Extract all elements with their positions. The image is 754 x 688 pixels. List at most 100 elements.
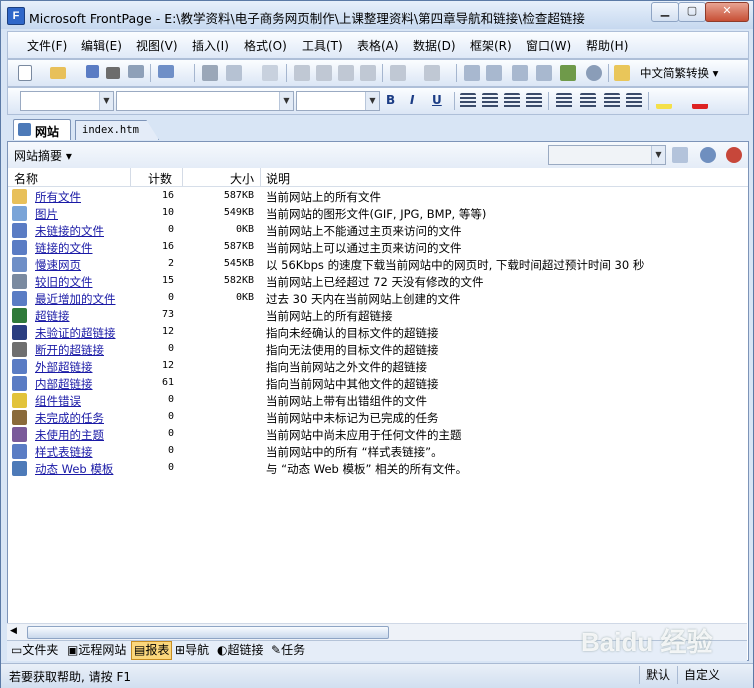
scroll-thumb[interactable] bbox=[27, 626, 389, 639]
row-name-link[interactable]: 样式表链接 bbox=[35, 444, 93, 460]
font-size-select[interactable]: ▼ bbox=[296, 91, 380, 111]
underline-button[interactable]: U bbox=[432, 93, 442, 107]
table-row[interactable]: 图片 10 549KB 当前网站的图形文件(GIF, JPG, BMP, 等等) bbox=[8, 205, 748, 222]
menu-format[interactable]: 格式(O) bbox=[244, 37, 287, 54]
menu-data[interactable]: 数据(D) bbox=[413, 37, 456, 54]
row-name-link[interactable]: 图片 bbox=[35, 206, 58, 222]
table-row[interactable]: 较旧的文件 15 582KB 当前网站上已经超过 72 天没有修改的文件 bbox=[8, 273, 748, 290]
cut-icon[interactable] bbox=[294, 65, 310, 81]
table-row[interactable]: 最近增加的文件 0 0KB 过去 30 天内在当前网站上创建的文件 bbox=[8, 290, 748, 307]
table-row[interactable]: 动态 Web 模板 0 与 “动态 Web 模板” 相关的所有文件。 bbox=[8, 460, 748, 477]
row-name-link[interactable]: 未使用的主题 bbox=[35, 427, 104, 443]
table-row[interactable]: 内部超链接 61 指向当前网站中其他文件的超链接 bbox=[8, 375, 748, 392]
view-reports[interactable]: ▤报表 bbox=[131, 641, 173, 660]
table-row[interactable]: 未验证的超链接 12 指向未经确认的目标文件的超链接 bbox=[8, 324, 748, 341]
table-row[interactable]: 未完成的任务 0 当前网站中未标记为已完成的任务 bbox=[8, 409, 748, 426]
font-select[interactable]: ▼ bbox=[116, 91, 294, 111]
drawing-icon[interactable] bbox=[560, 65, 576, 81]
close-button[interactable]: ✕ bbox=[705, 2, 749, 22]
row-name-link[interactable]: 较旧的文件 bbox=[35, 274, 93, 290]
justify-icon[interactable] bbox=[526, 93, 542, 109]
web-component-icon[interactable] bbox=[464, 65, 480, 81]
table-row[interactable]: 组件错误 0 当前网站上带有出错组件的文件 bbox=[8, 392, 748, 409]
row-name-link[interactable]: 最近增加的文件 bbox=[35, 291, 116, 307]
col-description[interactable]: 说明 bbox=[266, 170, 290, 187]
open-icon[interactable] bbox=[50, 67, 66, 79]
row-name-link[interactable]: 超链接 bbox=[35, 308, 70, 324]
format-painter-icon[interactable] bbox=[360, 65, 376, 81]
menu-frames[interactable]: 框架(R) bbox=[470, 37, 512, 54]
scroll-left-icon[interactable]: ◀ bbox=[10, 626, 17, 636]
row-name-link[interactable]: 所有文件 bbox=[35, 189, 81, 205]
row-name-link[interactable]: 组件错误 bbox=[35, 393, 81, 409]
col-name[interactable]: 名称 bbox=[14, 170, 38, 187]
table-row[interactable]: 未使用的主题 0 当前网站中尚未应用于任何文件的主题 bbox=[8, 426, 748, 443]
table-row[interactable]: 外部超链接 12 指向当前网站之外文件的超链接 bbox=[8, 358, 748, 375]
maximize-button[interactable]: ▢ bbox=[678, 2, 706, 22]
edit-hyperlink-icon[interactable] bbox=[726, 147, 742, 163]
toolbox-icon[interactable] bbox=[158, 65, 174, 78]
menu-file[interactable]: 文件(F) bbox=[27, 37, 67, 54]
highlight-icon[interactable] bbox=[656, 93, 672, 109]
decrease-indent-icon[interactable] bbox=[604, 93, 620, 109]
table-row[interactable]: 未链接的文件 0 0KB 当前网站上不能通过主页来访问的文件 bbox=[8, 222, 748, 239]
preview-icon[interactable] bbox=[226, 65, 242, 81]
row-name-link[interactable]: 未链接的文件 bbox=[35, 223, 104, 239]
table-row[interactable]: 慢速网页 2 545KB 以 56Kbps 的速度下载当前网站中的网页时, 下载时间超… bbox=[8, 256, 748, 273]
row-name-link[interactable]: 慢速网页 bbox=[35, 257, 81, 273]
tab-website[interactable]: 网站 bbox=[13, 119, 71, 140]
view-tasks[interactable]: ✎任务 bbox=[269, 642, 307, 659]
chinese-conversion-button[interactable]: 中文简繁转换 ▾ bbox=[640, 65, 718, 81]
view-remote-site[interactable]: ▣远程网站 bbox=[65, 642, 128, 659]
report-selector[interactable]: 网站摘要 ▾ bbox=[14, 147, 72, 164]
row-name-link[interactable]: 动态 Web 模板 bbox=[35, 461, 113, 477]
table-row[interactable]: 断开的超链接 0 指向无法使用的目标文件的超链接 bbox=[8, 341, 748, 358]
menu-table[interactable]: 表格(A) bbox=[357, 37, 399, 54]
row-name-link[interactable]: 链接的文件 bbox=[35, 240, 93, 256]
copy-icon[interactable] bbox=[316, 65, 332, 81]
table-row[interactable]: 样式表链接 0 当前网站中的所有 “样式表链接”。 bbox=[8, 443, 748, 460]
menu-insert[interactable]: 插入(I) bbox=[192, 37, 229, 54]
row-name-link[interactable]: 未验证的超链接 bbox=[35, 325, 116, 341]
align-left-icon[interactable] bbox=[460, 93, 476, 109]
menu-help[interactable]: 帮助(H) bbox=[586, 37, 628, 54]
increase-indent-icon[interactable] bbox=[626, 93, 642, 109]
italic-button[interactable]: I bbox=[410, 93, 414, 107]
show-all-icon[interactable] bbox=[614, 65, 630, 81]
tab-index-htm[interactable]: index.htm bbox=[75, 120, 159, 140]
new-page-icon[interactable] bbox=[18, 65, 32, 81]
row-name-link[interactable]: 内部超链接 bbox=[35, 376, 93, 392]
web-help-icon[interactable] bbox=[700, 147, 716, 163]
table-row[interactable]: 所有文件 16 587KB 当前网站上的所有文件 bbox=[8, 188, 748, 205]
table-row[interactable]: 超链接 73 当前网站上的所有超链接 bbox=[8, 307, 748, 324]
align-right-icon[interactable] bbox=[504, 93, 520, 109]
style-select[interactable]: ▼ bbox=[20, 91, 114, 111]
save-icon[interactable] bbox=[86, 65, 99, 78]
bold-button[interactable]: B bbox=[386, 93, 395, 107]
col-count[interactable]: 计数 bbox=[148, 170, 172, 187]
search-icon[interactable] bbox=[106, 67, 120, 79]
paste-icon[interactable] bbox=[338, 65, 354, 81]
minimize-button[interactable]: ▁ bbox=[651, 2, 679, 22]
insert-picture-icon[interactable] bbox=[536, 65, 552, 81]
menu-edit[interactable]: 编辑(E) bbox=[81, 37, 122, 54]
menu-view[interactable]: 视图(V) bbox=[136, 37, 178, 54]
numbering-icon[interactable] bbox=[556, 93, 572, 109]
col-size[interactable]: 大小 bbox=[230, 170, 254, 187]
bullets-icon[interactable] bbox=[580, 93, 596, 109]
row-name-link[interactable]: 外部超链接 bbox=[35, 359, 93, 375]
print-icon[interactable] bbox=[202, 65, 218, 81]
view-navigation[interactable]: ⊞导航 bbox=[173, 642, 211, 659]
font-color-icon[interactable] bbox=[692, 93, 708, 109]
table-row[interactable]: 链接的文件 16 587KB 当前网站上可以通过主页来访问的文件 bbox=[8, 239, 748, 256]
insert-table-icon[interactable] bbox=[486, 65, 502, 81]
verify-hyperlinks-icon[interactable] bbox=[672, 147, 688, 163]
menu-window[interactable]: 窗口(W) bbox=[526, 37, 571, 54]
menu-tools[interactable]: 工具(T) bbox=[302, 37, 343, 54]
view-folders[interactable]: ▭文件夹 bbox=[9, 642, 60, 659]
row-name-link[interactable]: 断开的超链接 bbox=[35, 342, 104, 358]
insert-layer-icon[interactable] bbox=[512, 65, 528, 81]
align-center-icon[interactable] bbox=[482, 93, 498, 109]
hyperlink-icon[interactable] bbox=[586, 65, 602, 81]
undo-icon[interactable] bbox=[390, 65, 406, 81]
